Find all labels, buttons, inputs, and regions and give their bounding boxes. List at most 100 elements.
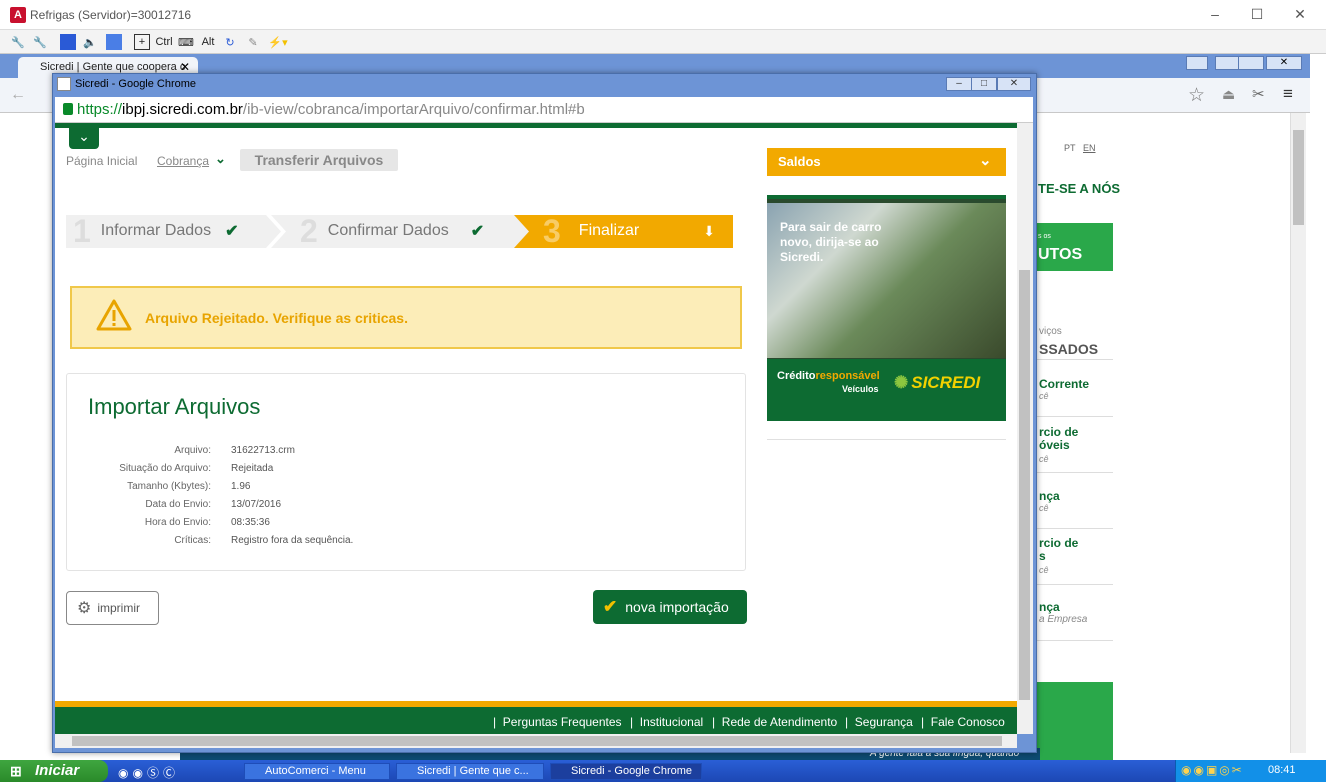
- breadcrumb-cobranca[interactable]: Cobrança: [157, 154, 209, 168]
- menu-icon[interactable]: ≡: [1283, 84, 1293, 104]
- outer-green-block[interactable]: s os UTOS: [1035, 223, 1113, 271]
- speaker-icon[interactable]: 🔈: [82, 34, 98, 50]
- popup-page: ⌄ Página Inicial Cobrança ⌄ Transferir A…: [55, 123, 1017, 734]
- alert-message: Arquivo Rejeitado. Verifique as criticas…: [145, 310, 408, 326]
- step-2: 2 Confirmar Dados ✔: [300, 213, 485, 249]
- service-item[interactable]: rcio de óveis cê: [1035, 417, 1113, 473]
- footer-link[interactable]: | Segurança: [845, 715, 913, 729]
- outer-restore-icon[interactable]: [1238, 56, 1264, 70]
- field-label: Arquivo:: [174, 445, 211, 456]
- taskbar-item[interactable]: AutoComerci - Menu: [244, 763, 390, 780]
- tray-icons[interactable]: ◉◉▣◎✂: [1181, 763, 1244, 777]
- refresh-icon[interactable]: ↻: [222, 34, 238, 50]
- service-item[interactable]: rcio de s cê: [1035, 529, 1113, 585]
- outer-close-icon[interactable]: ✕: [1266, 56, 1302, 70]
- service-item[interactable]: nça cê: [1035, 473, 1113, 529]
- step-label: Informar Dados: [100, 222, 212, 239]
- service-title: nça: [1039, 489, 1060, 503]
- remote-title-bar: A Refrigas (Servidor)=30012716 – ☐ ✕: [0, 0, 1326, 30]
- services-header: viços SSADOS: [1035, 318, 1113, 360]
- footer-link[interactable]: | Rede de Atendimento: [712, 715, 837, 729]
- footer-link[interactable]: | Fale Conosco: [921, 715, 1005, 729]
- user-icon[interactable]: [1186, 56, 1208, 70]
- footer-link-label: Fale Conosco: [930, 715, 1005, 729]
- step-label: Finalizar: [578, 222, 640, 239]
- tab-close-icon[interactable]: ✕: [180, 60, 190, 74]
- book-icon[interactable]: [60, 34, 76, 50]
- outer-scroll-thumb[interactable]: [1293, 130, 1304, 225]
- pin-icon[interactable]: ✎: [246, 34, 260, 50]
- outer-side-heading: TE-SE A NÓS: [1038, 181, 1121, 196]
- ad-credit-b: responsável: [815, 370, 880, 382]
- ctrl-key[interactable]: Ctrl: [154, 34, 174, 50]
- footer-link[interactable]: | Perguntas Frequentes: [493, 715, 622, 729]
- services-heading: SSADOS: [1039, 341, 1099, 357]
- logo-text: SICREDI: [911, 373, 981, 392]
- popup-minimize-icon[interactable]: –: [946, 77, 972, 91]
- popup-address-bar[interactable]: https://ibpj.sicredi.com.br/ib-view/cobr…: [55, 97, 1033, 123]
- top-line: [55, 123, 1017, 128]
- field-label: Situação do Arquivo:: [119, 463, 211, 474]
- service-title: rcio de óveis: [1039, 425, 1079, 452]
- minimize-icon[interactable]: –: [1205, 6, 1225, 22]
- ad-banner[interactable]: Para sair de carro novo, dirija-se ao Si…: [767, 195, 1006, 421]
- lang-en[interactable]: EN: [1083, 143, 1096, 153]
- clock: 08:41: [1268, 764, 1296, 776]
- service-sub: cê: [1039, 454, 1049, 464]
- start-button[interactable]: ⊞ Iniciar: [0, 760, 108, 782]
- tools-icon[interactable]: ✂: [1252, 85, 1265, 103]
- tool-red-icon[interactable]: 🔧: [32, 34, 48, 50]
- close-icon[interactable]: ✕: [1290, 6, 1310, 23]
- tool-icon[interactable]: 🔧: [10, 34, 26, 50]
- keyboard-icon[interactable]: ⌨: [178, 34, 194, 50]
- ad-credit: Créditoresponsável: [777, 370, 880, 382]
- taskbar-item[interactable]: Sicredi | Gente que c...: [396, 763, 544, 780]
- footer-link[interactable]: | Institucional: [630, 715, 703, 729]
- print-button[interactable]: ⚙ imprimir: [66, 591, 159, 625]
- alt-key[interactable]: Alt: [199, 34, 217, 50]
- field-label: Data do Envio:: [145, 499, 211, 510]
- maximize-icon[interactable]: ☐: [1247, 6, 1267, 23]
- popup-horizontal-thumb[interactable]: [72, 736, 1002, 746]
- step-1: 1 Informar Dados ✔: [73, 212, 238, 249]
- check-icon: ✔: [603, 597, 618, 616]
- step-number: 1: [73, 212, 91, 249]
- star-icon[interactable]: ☆: [1188, 84, 1205, 107]
- popup-maximize-icon[interactable]: □: [971, 77, 997, 91]
- sicredi-logo: ✺ SICREDI: [894, 373, 980, 393]
- field-value: Registro fora da sequência.: [231, 535, 354, 546]
- new-import-button[interactable]: ✔ nova importação: [593, 590, 747, 624]
- footer-link-label: Perguntas Frequentes: [502, 715, 622, 729]
- taskbar-item-active[interactable]: Sicredi - Google Chrome: [550, 763, 702, 780]
- popup-vertical-thumb[interactable]: [1019, 270, 1030, 700]
- check-icon: ✔: [470, 223, 485, 240]
- service-item[interactable]: nça a Empresa: [1035, 585, 1113, 641]
- field-label: Hora do Envio:: [144, 517, 211, 528]
- breadcrumb-home[interactable]: Página Inicial: [66, 154, 137, 168]
- popup-url[interactable]: https://ibpj.sicredi.com.br/ib-view/cobr…: [77, 101, 585, 118]
- extension-icon[interactable]: ⏏: [1222, 86, 1235, 103]
- back-icon[interactable]: ←: [10, 86, 26, 104]
- popup-title: Sicredi - Google Chrome: [75, 78, 197, 90]
- ad-text: Para sair de carro novo, dirija-se ao Si…: [780, 220, 882, 264]
- popup-close-icon[interactable]: ✕: [997, 77, 1031, 91]
- menu-toggle-button[interactable]: ⌄: [69, 125, 99, 149]
- service-title: rcio de s: [1039, 536, 1079, 563]
- service-item[interactable]: Corrente cê: [1035, 360, 1113, 417]
- sun-icon: ✺: [894, 373, 909, 392]
- saldos-dropdown[interactable]: Saldos ⌄: [767, 148, 1006, 176]
- quicklaunch-icons[interactable]: ◉◉ⓈⒸ: [118, 764, 179, 781]
- fit-icon[interactable]: +: [134, 34, 150, 50]
- screen-icon[interactable]: [106, 34, 122, 50]
- lang-pt[interactable]: PT: [1064, 143, 1076, 153]
- step-label: Confirmar Dados: [327, 222, 449, 239]
- service-sub: cê: [1039, 391, 1049, 401]
- lightning-icon[interactable]: ⚡▾: [266, 34, 290, 50]
- saldos-label: Saldos: [778, 154, 821, 169]
- url-host: ibpj.sicredi.com.br: [122, 101, 243, 118]
- url-scheme: https://: [77, 101, 123, 118]
- chevron-down-icon[interactable]: ⌄: [215, 151, 226, 167]
- card-title: Importar Arquivos: [88, 394, 261, 419]
- import-card: Importar Arquivos Arquivo: 31622713.crm …: [66, 373, 746, 571]
- url-path: /ib-view/cobranca/importarArquivo/confir…: [242, 101, 585, 118]
